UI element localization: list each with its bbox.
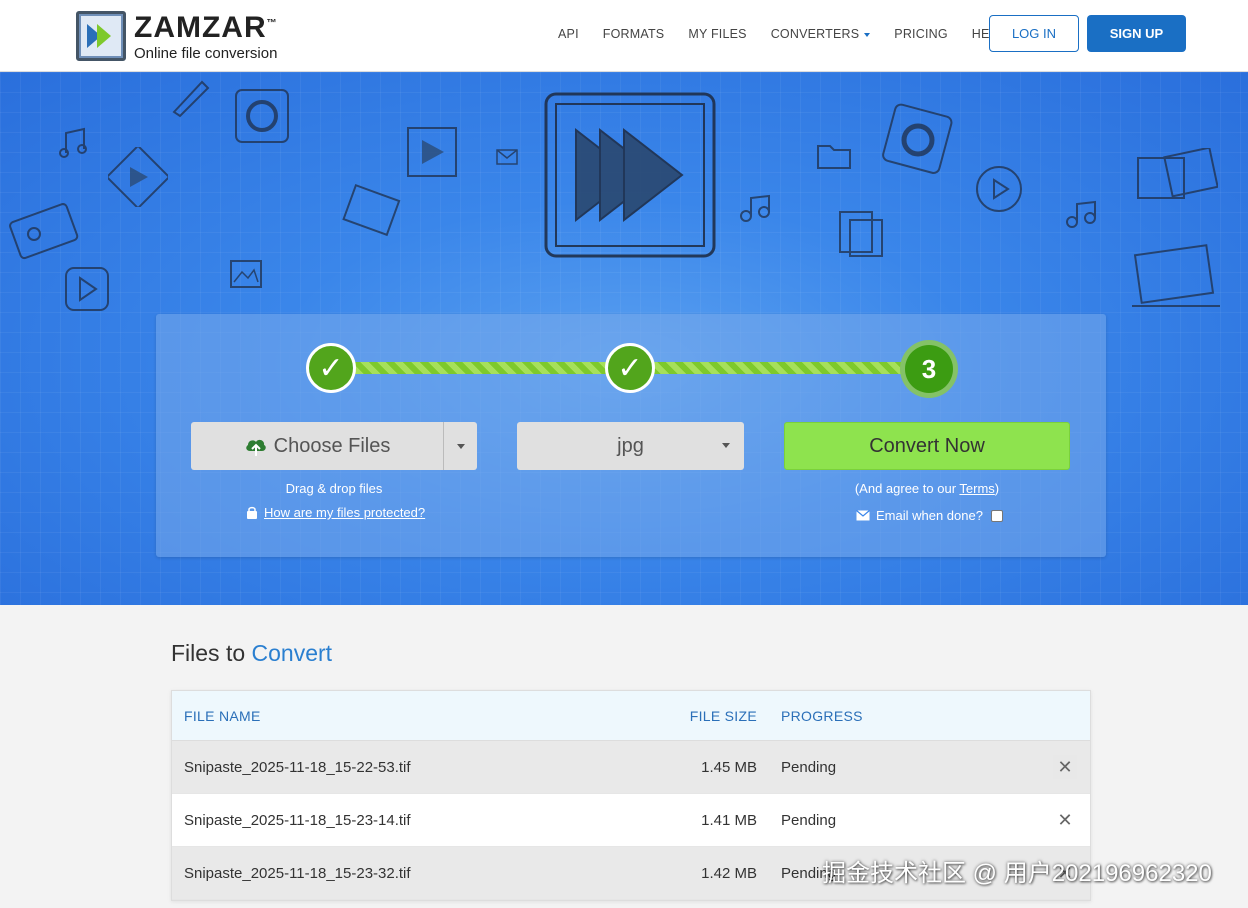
nav-converters-label: CONVERTERS <box>770 27 860 41</box>
files-protected-info: How are my files protected? <box>246 505 425 520</box>
login-button[interactable]: LOG IN <box>989 15 1079 52</box>
logo-trademark: ™ <box>266 18 278 29</box>
files-title-highlight: Convert <box>251 640 333 666</box>
terms-link[interactable]: Terms <box>959 481 994 496</box>
lock-icon <box>247 506 257 519</box>
file-size: 1.45 MB <box>701 758 757 776</box>
film-icon <box>342 183 401 237</box>
main-nav: API FORMATS MY FILES CONVERTERS PRICING … <box>558 27 1029 41</box>
music-note-icon <box>59 127 87 158</box>
refresh-icon <box>235 89 289 143</box>
nav-api[interactable]: API <box>558 27 579 41</box>
file-size: 1.41 MB <box>701 811 757 829</box>
music-notes-icon <box>740 194 770 222</box>
files-title-prefix: Files to <box>171 640 252 666</box>
email-when-done-label: Email when done? <box>876 508 983 523</box>
format-select[interactable]: jpg <box>517 422 744 470</box>
file-name: Snipaste_2025-11-18_15-23-14.tif <box>184 811 411 829</box>
play-circle-icon <box>976 166 1022 212</box>
convert-now-button[interactable]: Convert Now <box>784 422 1070 470</box>
nav-formats[interactable]: FORMATS <box>603 27 665 41</box>
email-when-done: Email when done? <box>856 508 1003 523</box>
video-file-icon <box>407 127 457 177</box>
email-when-done-checkbox[interactable] <box>990 509 1003 522</box>
laptop-icon <box>1132 244 1220 307</box>
agree-suffix: ) <box>994 481 1000 496</box>
play-triangle-icon <box>108 147 168 207</box>
image-file-icon <box>65 267 109 311</box>
file-progress: Pending <box>781 758 837 776</box>
clipboard-icon <box>839 211 883 257</box>
nav-converters[interactable]: CONVERTERS <box>771 27 871 41</box>
drag-drop-hint: Drag & drop files <box>285 481 383 496</box>
step-2-complete: ✓ <box>605 343 655 393</box>
step-3-current: 3 <box>900 340 958 398</box>
choose-files-button[interactable]: Choose Files <box>191 422 477 470</box>
signup-button[interactable]: SIGN UP <box>1087 15 1186 52</box>
nav-my-files[interactable]: MY FILES <box>688 27 746 41</box>
logo-icon <box>76 10 126 61</box>
table-row: Snipaste_2025-11-18_15-23-14.tif 1.41 MB… <box>172 794 1090 847</box>
folder-icon <box>817 145 851 169</box>
choose-files-dropdown[interactable] <box>444 422 477 470</box>
zamzar-logo[interactable]: ZAMZAR™ Online file conversion <box>76 9 278 62</box>
files-protected-link[interactable]: How are my files protected? <box>264 505 425 520</box>
music-notes-right-icon <box>1066 200 1096 228</box>
choose-files-label: Choose Files <box>273 434 391 457</box>
chevron-down-icon <box>456 443 465 449</box>
photos-icon <box>1137 148 1218 199</box>
chevron-down-icon <box>722 443 730 448</box>
file-name: Snipaste_2025-11-18_15-23-32.tif <box>184 864 411 882</box>
cassette-icon <box>9 203 79 260</box>
terms-agreement: (And agree to our Terms) <box>784 481 1070 496</box>
site-watermark: 掘金技术社区 @ 用户202196962320 <box>822 860 1212 887</box>
logo-tagline: Online file conversion <box>134 45 278 62</box>
table-row: Snipaste_2025-11-18_15-22-53.tif 1.45 MB… <box>172 741 1090 794</box>
zamzar-play-logo-icon <box>544 92 716 258</box>
remove-file-icon[interactable]: ✕ <box>1053 808 1077 832</box>
envelope-icon <box>496 149 518 165</box>
column-file-size: FILE SIZE <box>689 707 757 724</box>
file-name: Snipaste_2025-11-18_15-22-53.tif <box>184 758 411 776</box>
agree-prefix: (And agree to our <box>854 481 960 496</box>
chevron-down-icon <box>864 32 871 37</box>
pencil-icon <box>172 80 210 118</box>
refresh-file-icon <box>882 103 953 174</box>
files-table-header: FILE NAME FILE SIZE PROGRESS <box>172 691 1090 741</box>
logo-name: ZAMZAR <box>134 11 267 44</box>
remove-file-icon[interactable]: ✕ <box>1053 755 1077 779</box>
column-file-name: FILE NAME <box>184 707 261 724</box>
files-to-convert-heading: Files to Convert <box>171 640 332 667</box>
column-progress: PROGRESS <box>781 707 863 724</box>
step-3-number: 3 <box>921 353 937 384</box>
cloud-upload-icon <box>245 439 266 456</box>
check-icon: ✓ <box>617 351 643 385</box>
nav-pricing[interactable]: PRICING <box>894 27 948 41</box>
check-icon: ✓ <box>318 351 344 385</box>
format-select-value: jpg <box>617 434 644 457</box>
site-header: ZAMZAR™ Online file conversion API FORMA… <box>0 0 1248 72</box>
envelope-icon <box>856 510 870 521</box>
file-size: 1.42 MB <box>701 864 757 882</box>
choose-files-main[interactable]: Choose Files <box>191 422 444 470</box>
image-frame-icon <box>230 260 262 288</box>
step-1-complete: ✓ <box>306 343 356 393</box>
file-progress: Pending <box>781 811 837 829</box>
